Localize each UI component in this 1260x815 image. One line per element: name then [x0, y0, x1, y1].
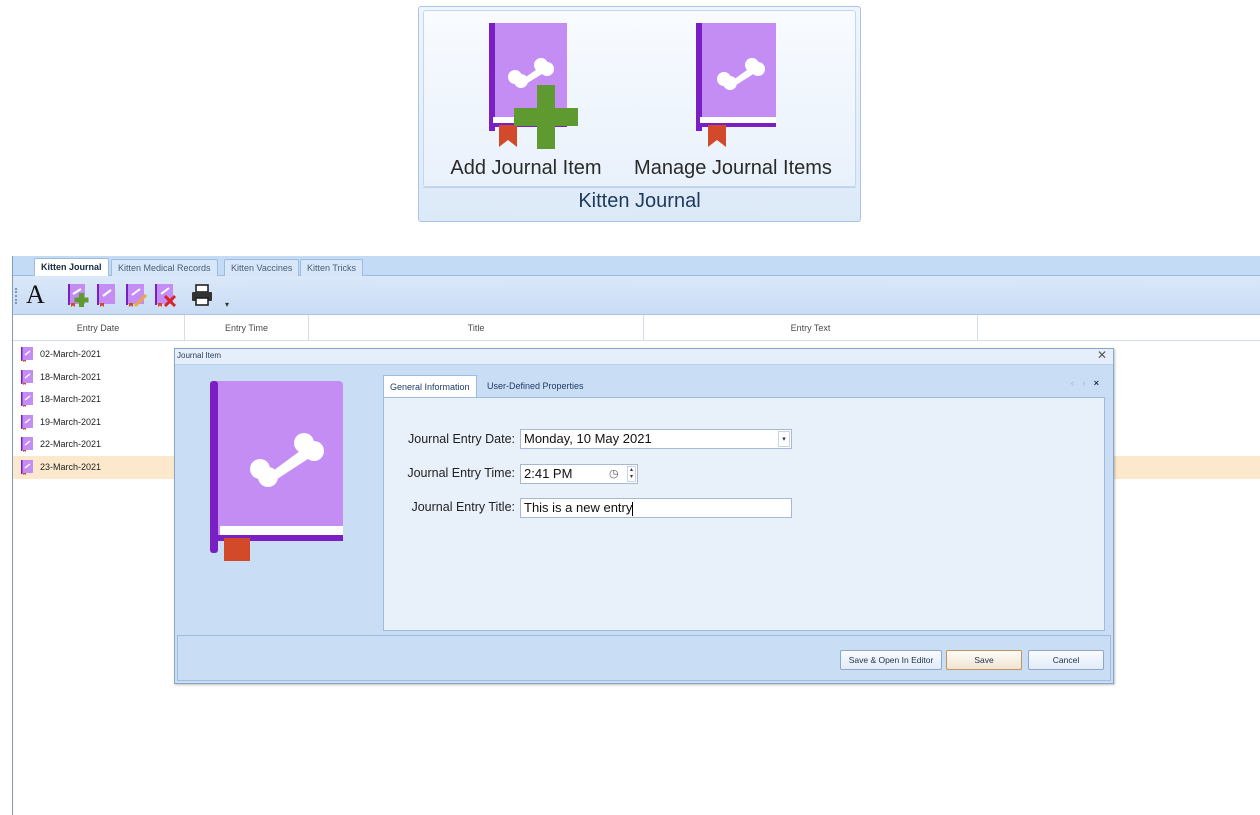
general-information-page: Journal Entry Date: Monday, 10 May 2021 …: [383, 397, 1105, 631]
time-value: 2:41 PM: [524, 466, 573, 481]
tab-close-icon[interactable]: ×: [1094, 378, 1099, 388]
tab-kitten-medical-records[interactable]: Kitten Medical Records: [111, 259, 218, 276]
journal-entry-time-picker[interactable]: 2:41 PM ◷ ▴ ▾: [520, 464, 638, 484]
journal-book-icon: [21, 414, 33, 430]
edit-entry-button[interactable]: [124, 283, 148, 307]
toolbar-overflow-icon[interactable]: ▾: [225, 300, 229, 309]
entry-date-cell: 18-March-2021: [40, 394, 102, 405]
manage-journal-items-label: Manage Journal Items: [634, 157, 832, 179]
journal-book-icon: [21, 392, 33, 408]
journal-entry-title-input[interactable]: This is a new entry: [520, 498, 792, 518]
left-border: [12, 256, 13, 815]
journal-book-icon: [21, 459, 33, 475]
entry-date-cell: 18-March-2021: [40, 371, 102, 382]
printer-icon: [192, 284, 212, 306]
add-journal-icon: [68, 284, 89, 307]
tab-general-information[interactable]: General Information: [383, 375, 477, 397]
ribbon-button-area: Add Journal Item Manage Journal Items: [423, 10, 856, 187]
journal-book-icon: [208, 381, 348, 572]
dialog-title: Journal Item: [177, 351, 222, 360]
journal-book-icon: [97, 284, 115, 307]
entry-date-cell: 19-March-2021: [40, 416, 102, 427]
tab-kitten-vaccines[interactable]: Kitten Vaccines: [224, 259, 300, 276]
journal-item-dialog: Journal Item ✕ General Information User-…: [174, 348, 1114, 684]
journal-entry-date-picker[interactable]: Monday, 10 May 2021 ▾: [520, 429, 792, 449]
entry-date-cell: 23-March-2021: [40, 461, 102, 472]
title-value: This is a new entry: [524, 500, 633, 515]
toolbar-grip[interactable]: [15, 288, 17, 304]
date-value: Monday, 10 May 2021: [524, 431, 652, 446]
document-tab-bar: Kitten Journal Kitten Medical Records Ki…: [12, 256, 1260, 277]
clock-icon[interactable]: ◷: [609, 466, 623, 482]
time-label: Journal Entry Time:: [407, 466, 515, 480]
save-button[interactable]: Save: [946, 650, 1022, 670]
add-journal-item-label: Add Journal Item: [450, 157, 602, 179]
ribbon-group-kitten-journal: Add Journal Item Manage Journal Items Ki…: [418, 6, 861, 222]
delete-x-icon: [155, 284, 177, 308]
tab-kitten-tricks[interactable]: Kitten Tricks: [300, 259, 364, 276]
date-label: Journal Entry Date:: [408, 432, 515, 446]
toolbar: A ▾: [12, 276, 1260, 315]
tab-navigation: ‹ › ×: [1071, 378, 1099, 388]
journal-book-icon: [21, 369, 33, 385]
column-entry-time[interactable]: Entry Time: [185, 315, 309, 341]
journal-book-icon: [678, 21, 788, 151]
manage-journal-items-button[interactable]: Manage Journal Items: [622, 21, 844, 180]
entry-date-cell: 22-March-2021: [40, 439, 102, 450]
text-caret: [632, 501, 634, 516]
entry-date-cell: 02-March-2021: [40, 349, 102, 359]
add-entry-button[interactable]: [66, 283, 90, 307]
delete-entry-button[interactable]: [153, 283, 177, 308]
dialog-title-bar[interactable]: Journal Item ✕: [175, 348, 1113, 365]
ribbon-group-caption: Kitten Journal: [423, 187, 856, 213]
dropdown-arrow-icon[interactable]: ▾: [778, 431, 790, 447]
dialog-tab-control: General Information User-Defined Propert…: [383, 375, 1105, 631]
add-journal-book-icon: [471, 21, 581, 151]
cancel-button[interactable]: Cancel: [1028, 650, 1104, 670]
column-title[interactable]: Title: [309, 315, 644, 341]
journal-book-icon: [21, 437, 33, 453]
journal-book-icon: [21, 347, 33, 362]
close-icon[interactable]: ✕: [1097, 348, 1107, 362]
open-entry-button[interactable]: [95, 283, 119, 307]
tab-nav-icon[interactable]: ‹ ›: [1071, 378, 1089, 388]
font-icon[interactable]: A: [26, 280, 45, 310]
edit-pencil-icon: [126, 284, 147, 307]
spin-arrows-icon[interactable]: ▴ ▾: [627, 466, 636, 482]
title-label: Journal Entry Title:: [411, 500, 515, 514]
dialog-body: General Information User-Defined Propert…: [175, 365, 1113, 635]
save-open-in-editor-button[interactable]: Save & Open In Editor: [840, 650, 942, 670]
tab-user-defined-properties[interactable]: User-Defined Properties: [481, 375, 590, 397]
grid-header: Entry Date Entry Time Title Entry Text: [12, 315, 1260, 341]
tab-kitten-journal[interactable]: Kitten Journal: [34, 258, 109, 277]
print-button[interactable]: [190, 283, 214, 307]
column-entry-text[interactable]: Entry Text: [644, 315, 978, 341]
dialog-footer: Save & Open In Editor Save Cancel: [177, 635, 1111, 681]
add-journal-item-button[interactable]: Add Journal Item: [436, 21, 616, 180]
column-entry-date[interactable]: Entry Date: [12, 315, 185, 341]
